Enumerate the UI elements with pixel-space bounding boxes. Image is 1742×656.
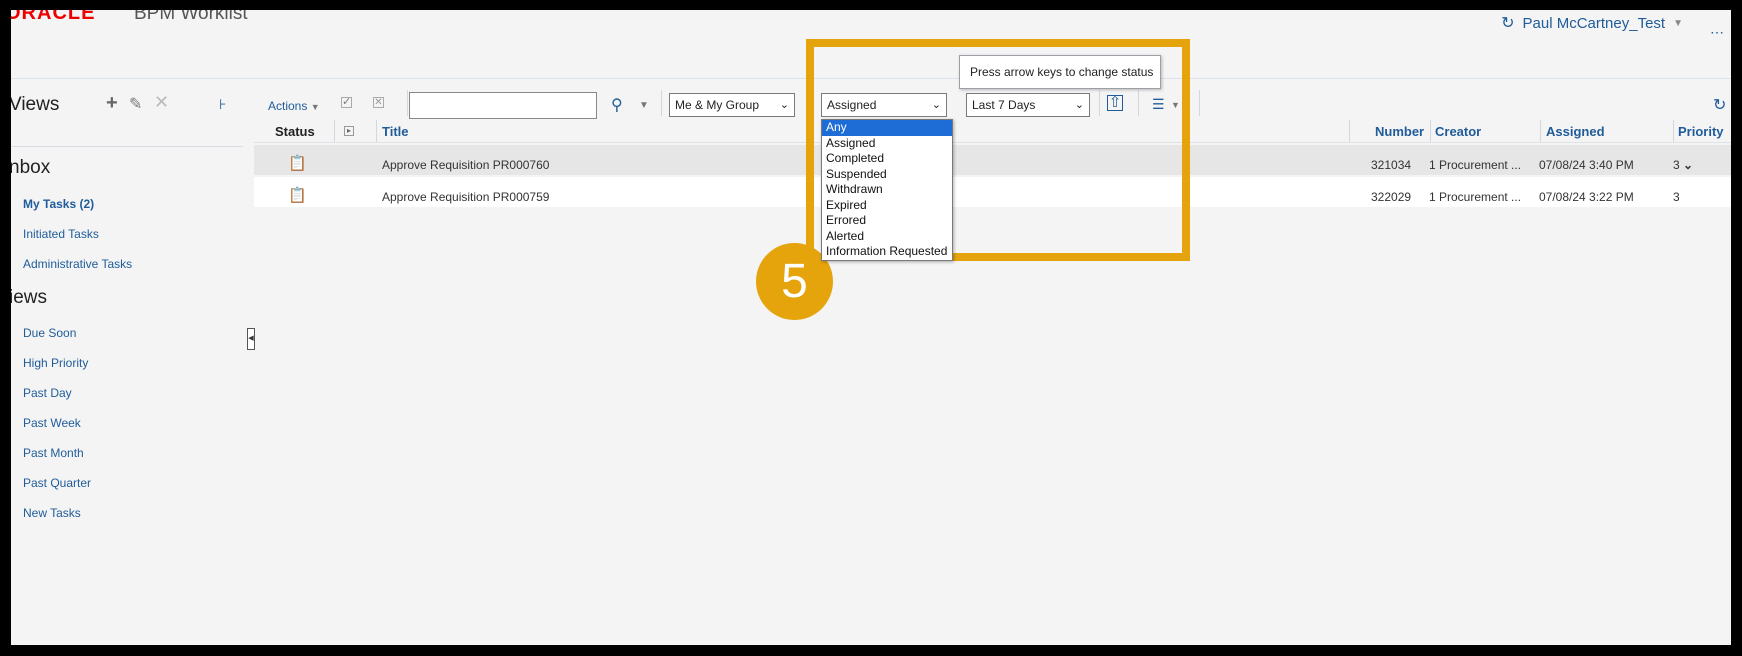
nav-my-tasks[interactable]: My Tasks (2): [23, 197, 94, 211]
oracle-logo: ORACLE: [11, 10, 96, 24]
column-divider: [376, 120, 377, 142]
task-number: 321034: [1371, 158, 1412, 172]
search-icon[interactable]: ⚲: [611, 95, 623, 115]
task-priority[interactable]: 3 ⌄: [1673, 158, 1693, 172]
nav-initiated-tasks[interactable]: Initiated Tasks: [23, 227, 99, 241]
status-option[interactable]: Assigned: [822, 136, 952, 152]
column-status[interactable]: Status: [275, 124, 315, 139]
refresh-icon[interactable]: ↻: [1501, 13, 1514, 33]
nav-due-soon[interactable]: Due Soon: [23, 326, 76, 340]
task-assigned-date: 07/08/24 3:40 PM: [1539, 158, 1634, 172]
status-option[interactable]: Expired: [822, 198, 952, 214]
column-chooser-icon[interactable]: ▸: [344, 126, 354, 136]
user-name[interactable]: Paul McCartney_Test: [1523, 15, 1666, 32]
inbox-heading: nbox: [11, 157, 51, 178]
user-menu[interactable]: ↻ Paul McCartney_Test ▼: [1501, 13, 1683, 33]
nav-past-quarter[interactable]: Past Quarter: [23, 476, 91, 490]
views-heading: Views: [11, 94, 60, 115]
column-divider: [1540, 120, 1541, 142]
column-creator[interactable]: Creator: [1435, 124, 1481, 139]
task-status-icon: 📋: [288, 187, 307, 204]
views-divider: [11, 146, 243, 147]
nav-past-week[interactable]: Past Week: [23, 416, 81, 430]
task-assigned-date: 07/08/24 3:22 PM: [1539, 190, 1634, 204]
assignee-filter-select[interactable]: Me & My Group ⌄: [669, 93, 795, 117]
task-priority: 3: [1673, 190, 1680, 204]
pin-panel-icon[interactable]: ⊦: [219, 96, 226, 113]
status-option[interactable]: Information Requested: [822, 244, 952, 260]
add-view-icon[interactable]: +: [106, 92, 118, 115]
column-divider: [1673, 120, 1674, 142]
column-assigned[interactable]: Assigned: [1546, 124, 1605, 139]
column-priority[interactable]: Priority: [1678, 124, 1724, 139]
worklist-window: ORACLE BPM Worklist ↻ Paul McCartney_Tes…: [11, 10, 1731, 645]
status-option[interactable]: Alerted: [822, 229, 952, 245]
search-options-icon[interactable]: ▼: [639, 100, 649, 111]
more-icon[interactable]: ⋯: [1710, 24, 1725, 41]
task-creator: 1 Procurement ...: [1429, 158, 1522, 172]
nav-high-priority[interactable]: High Priority: [23, 356, 88, 370]
views2-heading: iews: [11, 287, 48, 308]
approve-icon[interactable]: ✓: [341, 97, 352, 108]
nav-administrative-tasks[interactable]: Administrative Tasks: [23, 257, 132, 271]
column-title[interactable]: Title: [382, 124, 409, 139]
task-number: 322029: [1371, 190, 1412, 204]
nav-past-month[interactable]: Past Month: [23, 446, 84, 460]
caret-down-icon: ▼: [1673, 17, 1683, 29]
status-tooltip: Press arrow keys to change status: [959, 55, 1161, 89]
task-title-link[interactable]: Approve Requisition PR000760: [382, 158, 549, 172]
task-creator: 1 Procurement ...: [1429, 190, 1522, 204]
status-option[interactable]: Errored: [822, 213, 952, 229]
column-number[interactable]: Number: [1375, 124, 1424, 139]
chevron-down-icon[interactable]: ⌄: [1683, 158, 1693, 172]
toolbar-separator: [661, 90, 662, 116]
app-title: BPM Worklist: [134, 10, 248, 24]
search-input[interactable]: [409, 92, 597, 119]
nav-new-tasks[interactable]: New Tasks: [23, 506, 81, 520]
task-status-icon: 📋: [288, 155, 307, 172]
status-option[interactable]: Withdrawn: [822, 182, 952, 198]
task-title-link[interactable]: Approve Requisition PR000759: [382, 190, 549, 204]
column-divider: [334, 120, 335, 142]
nav-past-day[interactable]: Past Day: [23, 386, 72, 400]
reject-icon[interactable]: ✕: [373, 97, 384, 108]
toolbar-separator: [1199, 90, 1200, 116]
toolbar-separator: [407, 90, 408, 116]
delete-view-icon[interactable]: ✕: [154, 92, 169, 113]
status-filter-select[interactable]: Assigned ⌄: [821, 93, 947, 117]
column-divider: [1430, 120, 1431, 142]
column-divider: [1349, 120, 1350, 142]
actions-menu[interactable]: Actions ▼: [268, 99, 320, 113]
status-option[interactable]: Any: [822, 120, 952, 136]
refresh-table-icon[interactable]: ↻: [1713, 95, 1726, 115]
status-option[interactable]: Completed: [822, 151, 952, 167]
edit-view-icon[interactable]: ✎: [129, 94, 142, 114]
status-options-list[interactable]: Any Assigned Completed Suspended Withdra…: [821, 119, 953, 261]
status-option[interactable]: Suspended: [822, 167, 952, 183]
collapse-panel-handle[interactable]: ◀: [247, 328, 255, 350]
